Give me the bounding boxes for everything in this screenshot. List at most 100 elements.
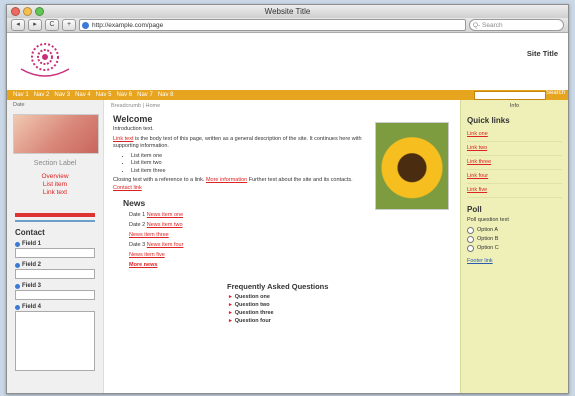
more-news-link[interactable]: More news: [129, 262, 157, 268]
faq-item[interactable]: ▸ Question one: [229, 293, 457, 301]
bullet-icon: [15, 241, 20, 247]
bullet-icon: [15, 262, 20, 268]
globe-icon: [82, 21, 89, 29]
quick-link[interactable]: Link two: [467, 142, 562, 156]
logo-icon: [20, 43, 70, 77]
forward-button[interactable]: ▸: [28, 19, 42, 31]
inline-link[interactable]: Contact link: [113, 185, 142, 191]
quick-link[interactable]: Link five: [467, 184, 562, 198]
poll-option[interactable]: Option B: [467, 235, 562, 243]
name-field[interactable]: [15, 269, 95, 279]
faq-heading: Frequently Asked Questions: [227, 282, 329, 291]
news-date: Date 2: [129, 222, 146, 228]
subject-field[interactable]: [15, 290, 95, 300]
news-link[interactable]: News item four: [147, 242, 184, 248]
back-button[interactable]: ◂: [11, 19, 25, 31]
bullet-icon: [15, 283, 20, 289]
overview-link[interactable]: Overview List item Link text: [7, 173, 103, 197]
news-item[interactable]: News item three: [129, 230, 457, 240]
overview-line-2: List item: [42, 181, 68, 188]
news-link[interactable]: News item two: [147, 222, 183, 228]
subject-label: Field 3: [15, 283, 95, 289]
url-text: http://example.com/page: [92, 21, 164, 29]
site-header: Site Title: [7, 33, 568, 90]
arrow-icon: ▸: [229, 318, 232, 324]
admin-link[interactable]: Info: [461, 103, 568, 109]
nav-item[interactable]: Nav 4: [75, 92, 91, 98]
poll-option-label: Option A: [477, 227, 499, 233]
news-item[interactable]: News item five: [129, 250, 457, 260]
zorg-label: Section Label: [33, 160, 77, 167]
email-label-text: Field 1: [22, 241, 42, 247]
news-date: Date 3: [129, 242, 146, 248]
reload-button[interactable]: C: [45, 19, 59, 31]
email-field[interactable]: [15, 248, 95, 258]
faq-item[interactable]: ▸ Question two: [229, 301, 457, 309]
news-date: Date 1: [129, 212, 146, 218]
news-item[interactable]: Date 2 News item two: [129, 220, 457, 230]
intro-paragraph: Introduction text.: [113, 126, 154, 132]
faq-item[interactable]: ▸ Question four: [229, 317, 457, 325]
add-bookmark-button[interactable]: +: [62, 19, 76, 31]
site-search-button[interactable]: Search: [546, 90, 565, 96]
radio-icon[interactable]: [467, 226, 474, 234]
quick-link[interactable]: Link three: [467, 156, 562, 170]
quick-link[interactable]: Link one: [467, 128, 562, 142]
poll-option[interactable]: Option C: [467, 244, 562, 252]
breadcrumb-item[interactable]: Breadcrumb: [111, 103, 141, 109]
news-link[interactable]: News item five: [129, 252, 165, 258]
browser-toolbar: ◂ ▸ C + http://example.com/page Q- Searc…: [7, 18, 568, 33]
nav-item[interactable]: Nav 3: [54, 92, 70, 98]
overview-line-1: Overview: [41, 173, 69, 180]
search-field[interactable]: Q- Search: [469, 19, 564, 31]
nav-item[interactable]: Nav 2: [34, 92, 50, 98]
breadcrumb: Breadcrumb | Home: [111, 103, 161, 109]
news-item[interactable]: More news: [129, 260, 457, 270]
divider: [15, 220, 95, 222]
title-bar: Website Title: [7, 5, 568, 18]
quick-link[interactable]: Link four: [467, 170, 562, 184]
name-label-text: Field 2: [22, 262, 42, 268]
nav-item[interactable]: Nav 1: [13, 92, 29, 98]
nav-item[interactable]: Nav 8: [158, 92, 174, 98]
closing-text-2: Further text about the site and its cont…: [248, 177, 353, 183]
radio-icon[interactable]: [467, 235, 474, 243]
arrow-icon: ▸: [229, 294, 232, 300]
faq-text: Question two: [234, 302, 270, 308]
poll-option-label: Option C: [477, 245, 499, 251]
news-item[interactable]: Date 3 News item four: [129, 240, 457, 250]
overview-line-3: Link text: [42, 189, 68, 196]
radio-icon[interactable]: [467, 244, 474, 252]
window-title: Website Title: [264, 7, 311, 16]
poll-question: Poll question text: [467, 217, 509, 223]
news-link[interactable]: News item three: [129, 232, 169, 238]
address-bar[interactable]: http://example.com/page: [79, 19, 466, 31]
subject-label-text: Field 3: [22, 283, 42, 289]
browser-window: Website Title ◂ ▸ C + http://example.com…: [6, 4, 569, 394]
web-page: Site Title Nav 1 Nav 2 Nav 3 Nav 4 Nav 5…: [7, 33, 568, 393]
right-sidebar: Info Quick links Link one Link two Link …: [460, 100, 568, 393]
inline-link[interactable]: More information: [206, 177, 247, 183]
arrow-icon: ▸: [229, 302, 232, 308]
news-link[interactable]: News item one: [147, 212, 183, 218]
poll-heading: Poll: [467, 205, 482, 214]
left-sidebar: Date Section Label Overview List item Li…: [7, 100, 104, 393]
closing-paragraph: Closing text with a reference to a link.…: [113, 177, 363, 192]
nav-item[interactable]: Nav 7: [137, 92, 153, 98]
poll-option[interactable]: Option A: [467, 226, 562, 234]
site-search-input[interactable]: [474, 91, 546, 100]
faq-text: Question three: [234, 310, 274, 316]
faq-item[interactable]: ▸ Question three: [229, 309, 457, 317]
name-label: Field 2: [15, 262, 95, 268]
nav-item[interactable]: Nav 5: [96, 92, 112, 98]
footer-link[interactable]: Footer link: [467, 258, 562, 264]
quick-links-heading: Quick links: [467, 116, 510, 125]
inline-link[interactable]: Link text: [113, 136, 133, 142]
main-nav: Nav 1 Nav 2 Nav 3 Nav 4 Nav 5 Nav 6 Nav …: [7, 90, 568, 100]
closing-text: Closing text with a reference to a link.: [113, 177, 206, 183]
sunflower-photo: [375, 122, 449, 210]
message-field[interactable]: [15, 311, 95, 371]
nav-item[interactable]: Nav 6: [116, 92, 132, 98]
news-item[interactable]: Date 1 News item one: [129, 210, 457, 220]
breadcrumb-item[interactable]: Home: [145, 103, 160, 109]
